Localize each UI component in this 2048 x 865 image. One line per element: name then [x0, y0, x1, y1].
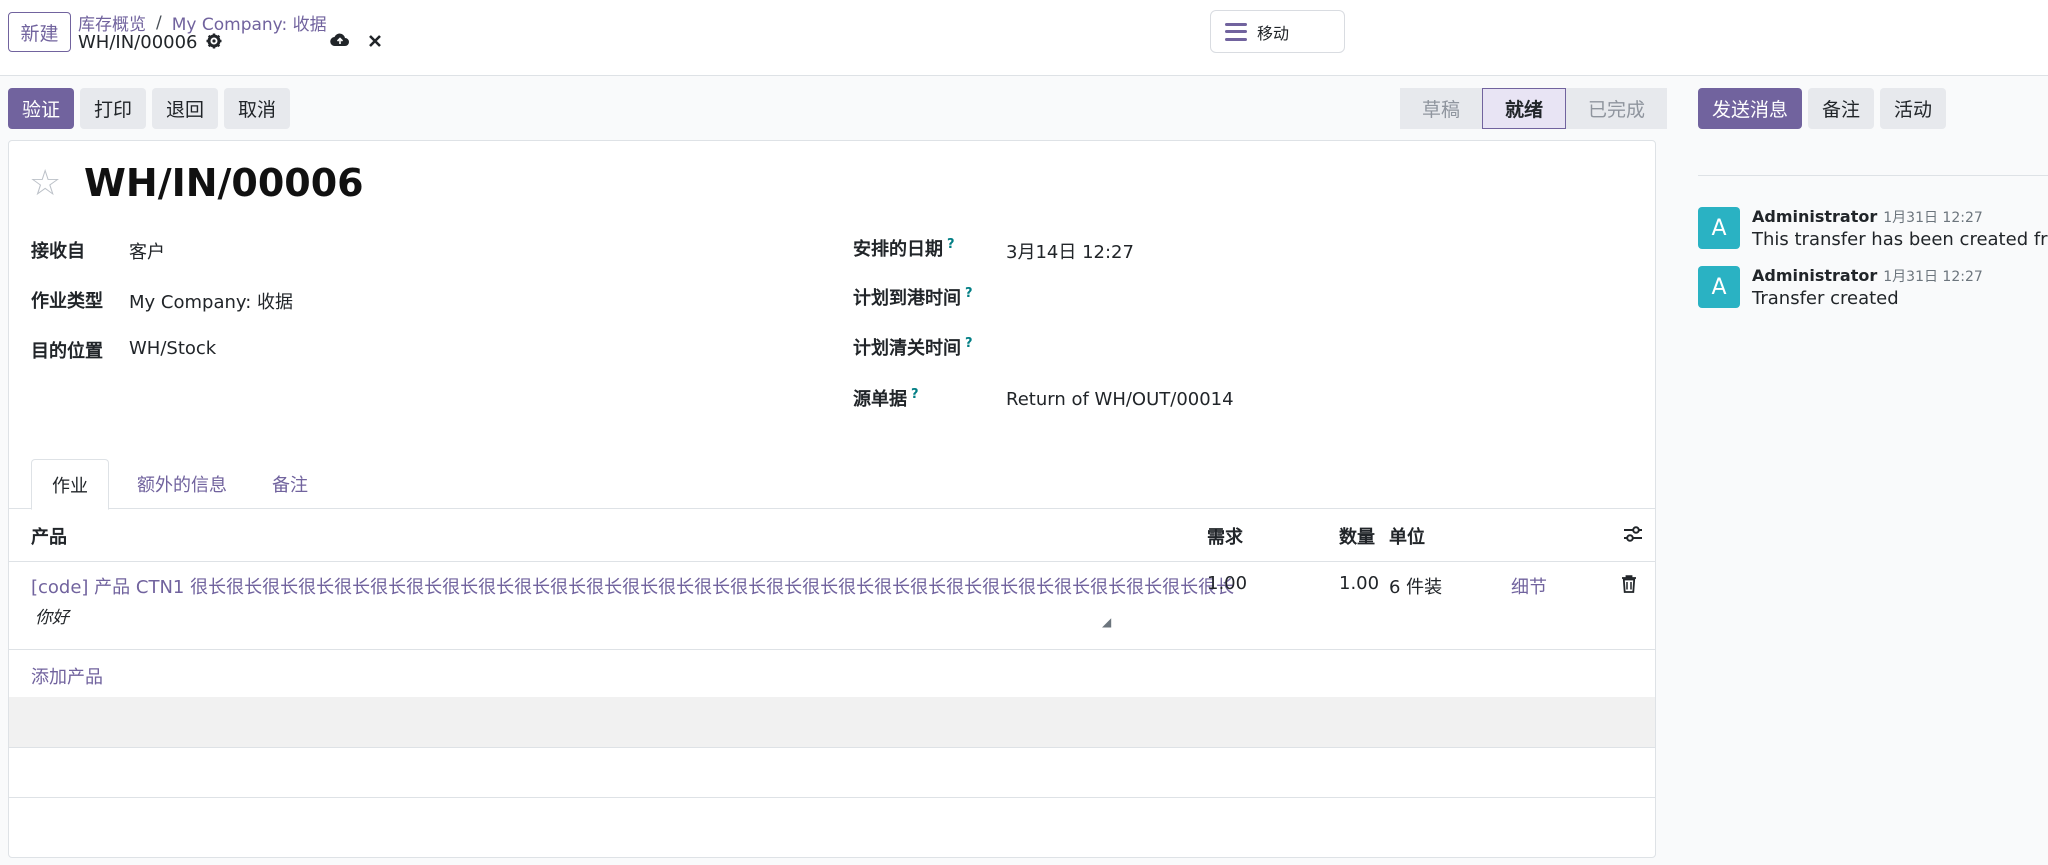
- column-header-product[interactable]: 产品: [31, 523, 67, 549]
- tab-note[interactable]: 备注: [252, 459, 328, 509]
- log-note-button[interactable]: 备注: [1808, 88, 1875, 129]
- send-message-button[interactable]: 发送消息: [1698, 88, 1803, 129]
- status-ready[interactable]: 就绪: [1482, 88, 1567, 129]
- move-menu-button[interactable]: 移动: [1210, 10, 1345, 53]
- field-label-customs-clearance: 计划清关时间?: [853, 336, 973, 359]
- record-name: WH/IN/00006: [78, 32, 198, 53]
- new-button[interactable]: 新建: [8, 12, 71, 52]
- help-icon[interactable]: ?: [965, 286, 973, 301]
- details-button[interactable]: 细节: [1511, 573, 1547, 599]
- column-header-uom[interactable]: 单位: [1389, 523, 1425, 549]
- chatter-divider: [1698, 175, 2048, 176]
- move-label: 移动: [1257, 23, 1290, 43]
- table-divider: [9, 797, 1655, 798]
- status-done[interactable]: 已完成: [1566, 88, 1668, 129]
- activity-button[interactable]: 活动: [1880, 88, 1947, 129]
- table-divider: [9, 649, 1655, 650]
- return-button[interactable]: 退回: [152, 88, 219, 129]
- avatar[interactable]: A: [1698, 207, 1740, 249]
- form-sheet: ☆ WH/IN/00006 接收自 客户 作业类型 My Company: 收据…: [8, 140, 1656, 858]
- message-body: Transfer created: [1752, 288, 1899, 309]
- breadcrumb-separator: /: [156, 12, 162, 33]
- field-scheduled-date[interactable]: 3月14日 12:27: [1006, 238, 1134, 264]
- move-description[interactable]: 你好: [35, 603, 69, 628]
- field-label-eta: 计划到港时间?: [853, 286, 973, 309]
- empty-row: [9, 697, 1655, 747]
- field-receive-from[interactable]: 客户: [129, 238, 165, 264]
- table-divider: [9, 747, 1655, 748]
- column-settings-icon[interactable]: [1623, 525, 1643, 548]
- move-product[interactable]: [code] 产品 CTN1 很长很长很长很长很长很长很长很长很长很长很长很长很…: [31, 573, 1234, 599]
- add-product-link[interactable]: 添加产品: [31, 663, 103, 689]
- move-uom[interactable]: 6 件装: [1389, 573, 1442, 599]
- resize-handle-icon[interactable]: ◢: [1102, 615, 1111, 629]
- field-label-source-document: 源单据?: [853, 387, 919, 410]
- field-destination[interactable]: WH/Stock: [129, 338, 216, 359]
- column-header-quantity[interactable]: 数量: [1339, 523, 1375, 549]
- status-bar: 草稿 就绪 已完成: [1400, 88, 1668, 129]
- move-quantity[interactable]: 1.00: [1339, 573, 1379, 594]
- message-date: 1月31日 12:27: [1883, 269, 1983, 285]
- record-name-area: WH/IN/00006: [78, 32, 222, 53]
- notebook-tabs: 作业 额外的信息 备注: [9, 459, 1655, 510]
- close-icon[interactable]: [368, 32, 382, 53]
- message-date: 1月31日 12:27: [1883, 210, 1983, 226]
- move-demand[interactable]: 1.00: [1207, 573, 1247, 594]
- menu-icon: [1225, 22, 1247, 41]
- field-source-document[interactable]: Return of WH/OUT/00014: [1006, 389, 1234, 410]
- message-body: This transfer has been created from: [1752, 229, 2048, 250]
- control-panel: 新建 库存概览 / My Company: 收据 WH/IN/00006 移动: [0, 0, 2048, 76]
- help-icon[interactable]: ?: [965, 336, 973, 351]
- validate-button[interactable]: 验证: [8, 88, 75, 129]
- gear-icon[interactable]: [206, 33, 222, 53]
- cancel-button[interactable]: 取消: [224, 88, 291, 129]
- table-divider: [9, 561, 1655, 562]
- print-button[interactable]: 打印: [80, 88, 147, 129]
- help-icon[interactable]: ?: [911, 387, 919, 402]
- field-label-scheduled-date: 安排的日期?: [853, 237, 955, 260]
- message-author: Administrator 1月31日 12:27: [1752, 207, 1983, 226]
- field-label-receive-from: 接收自: [31, 241, 85, 262]
- field-operation-type[interactable]: My Company: 收据: [129, 288, 293, 314]
- tab-operations[interactable]: 作业: [31, 459, 109, 510]
- status-draft[interactable]: 草稿: [1400, 88, 1483, 129]
- help-icon[interactable]: ?: [947, 237, 955, 252]
- trash-icon[interactable]: [1621, 575, 1637, 598]
- field-label-destination: 目的位置: [31, 341, 103, 362]
- avatar[interactable]: A: [1698, 266, 1740, 308]
- field-label-operation-type: 作业类型: [31, 291, 103, 312]
- column-header-demand[interactable]: 需求: [1207, 523, 1243, 549]
- record-title: WH/IN/00006: [84, 161, 364, 205]
- record-actions: [330, 32, 382, 53]
- form-action-buttons: 验证 打印 退回 取消: [8, 88, 291, 129]
- tab-additional-info[interactable]: 额外的信息: [117, 459, 247, 509]
- cloud-upload-icon[interactable]: [330, 32, 350, 53]
- star-icon[interactable]: ☆: [29, 163, 61, 204]
- message-author: Administrator 1月31日 12:27: [1752, 266, 1983, 285]
- chatter-actions: 发送消息 备注 活动: [1698, 88, 1947, 129]
